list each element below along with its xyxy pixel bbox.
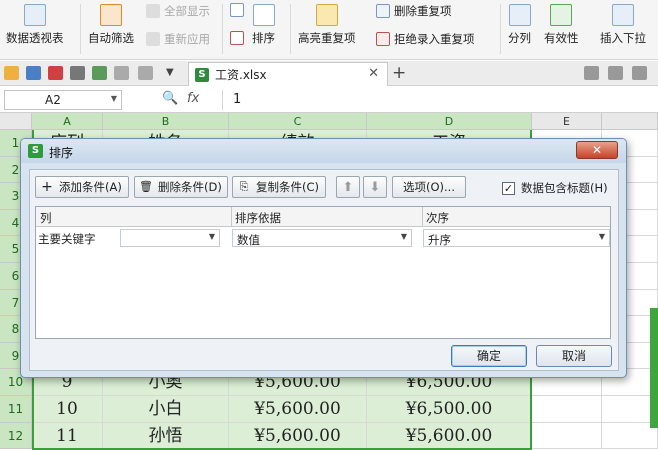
sort-on-select[interactable]: 数值 ▼ bbox=[232, 229, 412, 247]
cancel-button[interactable]: 取消 bbox=[536, 345, 612, 367]
split-icon bbox=[508, 4, 531, 26]
move-down-button[interactable]: ⬇ bbox=[363, 176, 387, 198]
row-header[interactable]: 12 bbox=[0, 422, 32, 450]
column-header-e[interactable]: E bbox=[532, 113, 602, 130]
name-box[interactable]: A2 ▼ bbox=[4, 90, 122, 110]
scrollbar-thumb[interactable] bbox=[650, 308, 658, 428]
ribbon-toolbar: 数据透视表 自动筛选 全部显示 重新应用 排序 高亮重复项 删除重复项 拒绝录入… bbox=[0, 0, 658, 60]
validity-button[interactable]: 有效性 bbox=[544, 4, 579, 46]
filter-icon bbox=[100, 4, 122, 26]
select-all-corner[interactable] bbox=[0, 113, 32, 130]
app-icon: S bbox=[28, 144, 43, 158]
has-header-checkbox[interactable]: ✓ 数据包含标题(H) bbox=[502, 180, 608, 196]
sort-dialog: S 排序 ✕ + 添加条件(A) 🗑 删除条件(D) ⎘ 复制条件(C) ⬆ ⬇… bbox=[20, 138, 627, 378]
insert-dropdown-button[interactable]: 插入下拉 bbox=[600, 4, 646, 46]
spreadsheet-icon: S bbox=[195, 67, 209, 82]
new-tab-icon[interactable]: + bbox=[392, 63, 406, 83]
split-columns-button[interactable]: 分列 bbox=[508, 4, 531, 46]
sort-ascending-button[interactable] bbox=[230, 3, 248, 17]
delete-condition-button[interactable]: 🗑 删除条件(D) bbox=[134, 176, 228, 198]
sort-button[interactable]: 排序 bbox=[252, 4, 275, 46]
redo-icon[interactable] bbox=[138, 66, 153, 80]
save-icon[interactable] bbox=[26, 66, 41, 80]
checkbox-icon: ✓ bbox=[502, 181, 515, 195]
dialog-title: 排序 bbox=[49, 146, 74, 160]
divider bbox=[422, 207, 423, 227]
highlight-icon bbox=[315, 4, 338, 26]
order-select[interactable]: 升序 ▼ bbox=[423, 229, 610, 247]
column-select[interactable]: ▼ bbox=[120, 229, 220, 247]
column-header-b[interactable]: B bbox=[103, 113, 229, 130]
sort-conditions-table: 列 排序依据 次序 主要关键字 ▼ 数值 ▼ 升序 ▼ bbox=[35, 206, 611, 339]
dialog-body: + 添加条件(A) 🗑 删除条件(D) ⎘ 复制条件(C) ⬆ ⬇ 选项(O).… bbox=[29, 169, 619, 371]
divider bbox=[290, 4, 291, 54]
reject-duplicates-button[interactable]: 拒绝录入重复项 bbox=[376, 31, 475, 47]
quick-access-bar: ▼ S 工资.xlsx ✕ + bbox=[0, 61, 658, 86]
chevron-down-icon[interactable]: ▼ bbox=[166, 67, 181, 81]
sort-icon bbox=[252, 4, 275, 26]
remove-duplicates-icon bbox=[376, 4, 390, 18]
divider bbox=[500, 4, 501, 54]
formula-input[interactable]: 1 bbox=[222, 90, 652, 110]
close-icon[interactable]: ✕ bbox=[576, 141, 618, 159]
filter-icon bbox=[146, 4, 160, 18]
divider bbox=[80, 4, 81, 54]
window-icon[interactable] bbox=[608, 66, 623, 80]
table-cell[interactable] bbox=[532, 422, 602, 450]
print-icon[interactable] bbox=[70, 66, 85, 80]
primary-key-label: 主要关键字 bbox=[38, 232, 96, 246]
column-header-sort-on: 排序依据 bbox=[235, 211, 281, 225]
pivot-table-icon bbox=[23, 4, 46, 26]
reapply-button[interactable]: 重新应用 bbox=[146, 31, 210, 47]
open-folder-icon[interactable] bbox=[4, 66, 19, 80]
table-row: 主要关键字 ▼ 数值 ▼ 升序 ▼ bbox=[36, 227, 610, 249]
options-button[interactable]: 选项(O)... bbox=[392, 176, 466, 198]
remove-duplicates-button[interactable]: 删除重复项 bbox=[376, 3, 452, 19]
filter-icon bbox=[146, 32, 160, 46]
table-header: 列 排序依据 次序 bbox=[36, 207, 610, 227]
print-preview-icon[interactable] bbox=[92, 66, 107, 80]
column-header-f[interactable] bbox=[602, 113, 658, 130]
column-header-d[interactable]: D bbox=[367, 113, 532, 130]
highlight-duplicates-button[interactable]: 高亮重复项 bbox=[298, 4, 356, 46]
chevron-down-icon: ▼ bbox=[400, 232, 407, 241]
divider bbox=[231, 207, 232, 227]
chevron-down-icon: ▼ bbox=[208, 232, 215, 241]
formula-bar: A2 ▼ 🔍 fx 1 bbox=[0, 87, 658, 113]
zoom-search-icon[interactable]: 🔍 bbox=[162, 91, 178, 106]
sort-descending-button[interactable] bbox=[230, 31, 248, 45]
close-tab-icon[interactable]: ✕ bbox=[368, 66, 379, 81]
sort-ascending-icon bbox=[230, 3, 244, 17]
column-header-order: 次序 bbox=[426, 211, 449, 225]
row-header[interactable]: 11 bbox=[0, 396, 32, 423]
trash-icon: 🗑 bbox=[139, 180, 153, 193]
document-tab[interactable]: S 工资.xlsx ✕ bbox=[188, 62, 388, 86]
show-all-button[interactable]: 全部显示 bbox=[146, 3, 210, 19]
auto-filter-button[interactable]: 自动筛选 bbox=[88, 4, 134, 46]
plus-icon: + bbox=[41, 179, 53, 195]
dialog-titlebar: S 排序 ✕ bbox=[21, 139, 626, 163]
account-icon[interactable] bbox=[584, 66, 599, 80]
move-up-button[interactable]: ⬆ bbox=[336, 176, 360, 198]
column-header-col: 列 bbox=[40, 211, 52, 225]
divider bbox=[222, 4, 223, 54]
copy-condition-button[interactable]: ⎘ 复制条件(C) bbox=[232, 176, 326, 198]
dropdown-list-icon bbox=[612, 4, 634, 26]
ok-button[interactable]: 确定 bbox=[451, 345, 527, 367]
column-header-a[interactable]: A bbox=[32, 113, 103, 130]
chevron-down-icon[interactable]: ▼ bbox=[111, 94, 117, 103]
reject-icon bbox=[376, 32, 390, 46]
add-condition-button[interactable]: + 添加条件(A) bbox=[35, 176, 129, 198]
chevron-down-icon: ▼ bbox=[598, 232, 605, 241]
sort-descending-icon bbox=[230, 31, 244, 45]
pivot-table-button[interactable]: 数据透视表 bbox=[6, 4, 64, 46]
export-pdf-icon[interactable] bbox=[48, 66, 63, 80]
undo-icon[interactable] bbox=[114, 66, 129, 80]
minimize-icon[interactable] bbox=[632, 66, 647, 80]
table-cell[interactable] bbox=[532, 396, 602, 423]
fx-icon[interactable]: fx bbox=[187, 91, 199, 106]
column-header-c[interactable]: C bbox=[229, 113, 367, 130]
copy-icon: ⎘ bbox=[239, 180, 249, 193]
validity-icon bbox=[550, 4, 573, 26]
